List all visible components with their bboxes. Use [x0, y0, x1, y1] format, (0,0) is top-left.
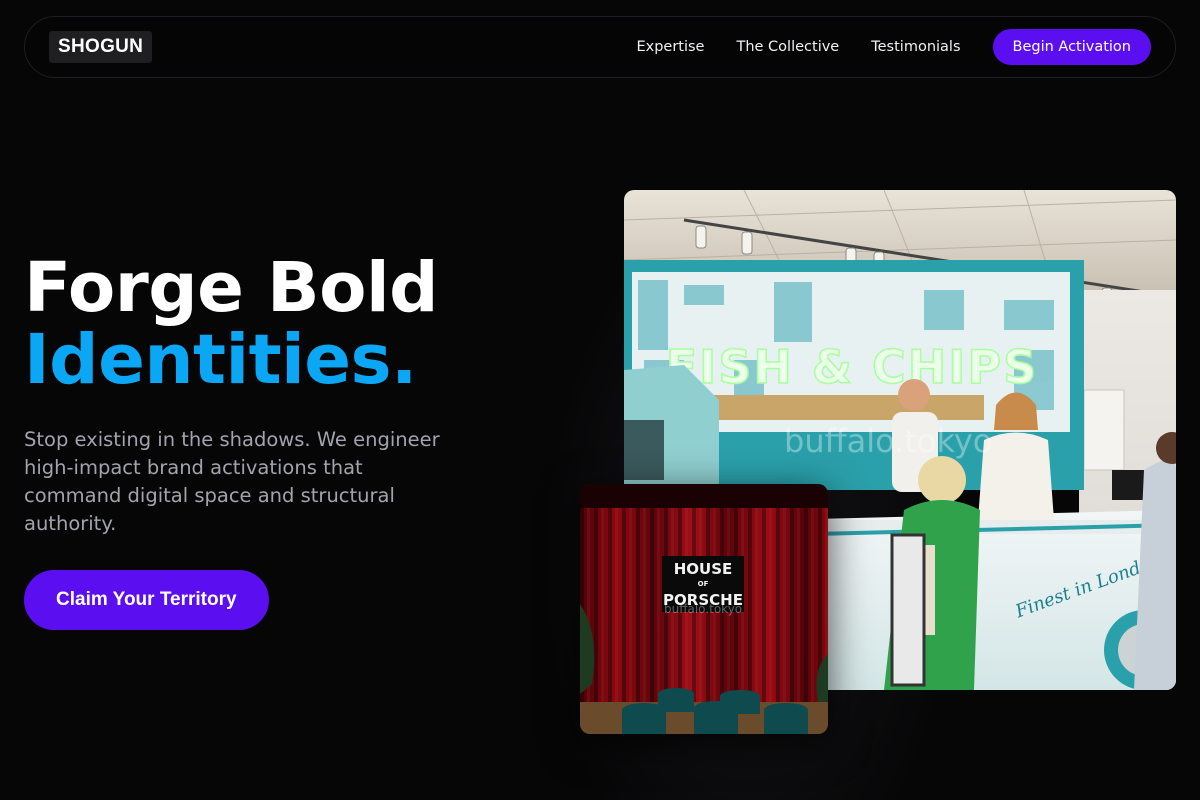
- begin-activation-button[interactable]: Begin Activation: [992, 29, 1151, 65]
- house-of-porsche-photo: HOUSE OF PORSCHE buffalo.tokyo: [580, 484, 828, 734]
- headline-line-1: Forge Bold: [24, 248, 439, 328]
- nav-link-testimonials[interactable]: Testimonials: [871, 39, 960, 55]
- photo-watermark-small: buffalo.tokyo: [664, 602, 743, 616]
- headline-line-2: Identities.: [24, 320, 417, 400]
- nav-link-the-collective[interactable]: The Collective: [736, 39, 839, 55]
- top-navigation: SHOGUN Expertise The Collective Testimon…: [24, 16, 1176, 78]
- landing-page: SHOGUN Expertise The Collective Testimon…: [0, 0, 1200, 800]
- hero-headline: Forge Bold Identities.: [24, 252, 494, 396]
- fish-chips-sign: FISH & CHIPS: [666, 340, 1039, 394]
- sign-line-2: OF: [698, 580, 709, 588]
- sign-line-1: HOUSE: [674, 560, 733, 578]
- brand-logo[interactable]: SHOGUN: [49, 31, 153, 63]
- photo-watermark: buffalo.tokyo: [784, 422, 993, 460]
- hero-subtitle: Stop existing in the shadows. We enginee…: [24, 428, 440, 535]
- hero-section: Forge Bold Identities. Stop existing in …: [24, 252, 494, 630]
- nav-link-expertise[interactable]: Expertise: [636, 39, 704, 55]
- claim-territory-button[interactable]: Claim Your Territory: [24, 570, 269, 630]
- nav-links: Expertise The Collective Testimonials Be…: [636, 29, 1151, 65]
